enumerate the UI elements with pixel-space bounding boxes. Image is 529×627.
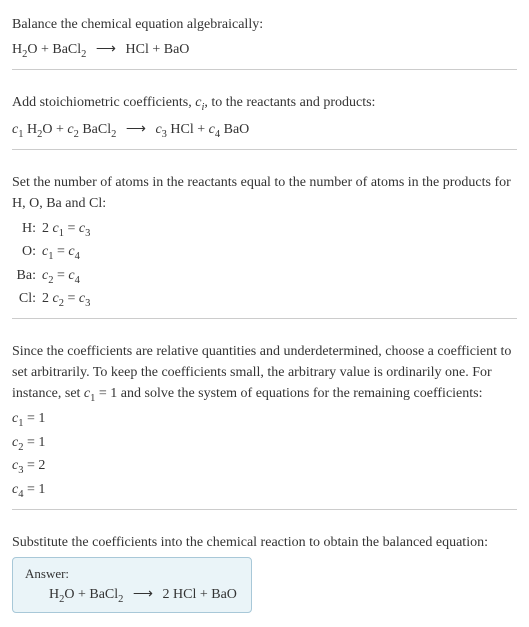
atom-label: H: <box>16 218 42 242</box>
answer-label: Answer: <box>25 566 239 582</box>
atom-label: O: <box>16 241 42 265</box>
intro-section: Balance the chemical equation algebraica… <box>12 8 517 70</box>
atom-equation: c2 = c4 <box>42 265 80 289</box>
stoich-section: Add stoichiometric coefficients, ci, to … <box>12 86 517 150</box>
stoich-text: Add stoichiometric coefficients, ci, to … <box>12 92 517 116</box>
atoms-table: H: 2 c1 = c3 O: c1 = c4 Ba: c2 = c4 Cl: … <box>16 218 517 312</box>
atom-row: Ba: c2 = c4 <box>16 265 517 289</box>
atoms-text: Set the number of atoms in the reactants… <box>12 172 517 214</box>
intro-equation: H2O + BaCl2 ⟶ HCl + BaO <box>12 39 517 63</box>
atom-label: Ba: <box>16 265 42 289</box>
atom-row: Cl: 2 c2 = c3 <box>16 288 517 312</box>
coeff-list: c1 = 1 c2 = 1 c3 = 2 c4 = 1 <box>12 408 517 502</box>
atom-equation: c1 = c4 <box>42 241 80 265</box>
atom-equation: 2 c2 = c3 <box>42 288 90 312</box>
substitute-text: Substitute the coefficients into the che… <box>12 532 517 553</box>
coeff-row: c2 = 1 <box>12 432 517 456</box>
stoich-equation: c1 H2O + c2 BaCl2 ⟶ c3 HCl + c4 BaO <box>12 119 517 143</box>
coeff-row: c1 = 1 <box>12 408 517 432</box>
coeff-row: c3 = 2 <box>12 455 517 479</box>
atoms-section: Set the number of atoms in the reactants… <box>12 166 517 319</box>
substitute-section: Substitute the coefficients into the che… <box>12 526 517 620</box>
answer-equation: H2O + BaCl2 ⟶ 2 HCl + BaO <box>25 586 239 605</box>
intro-title: Balance the chemical equation algebraica… <box>12 14 517 35</box>
choose-section: Since the coefficients are relative quan… <box>12 335 517 510</box>
atom-row: O: c1 = c4 <box>16 241 517 265</box>
atom-row: H: 2 c1 = c3 <box>16 218 517 242</box>
choose-text: Since the coefficients are relative quan… <box>12 341 517 407</box>
coeff-row: c4 = 1 <box>12 479 517 503</box>
answer-box: Answer: H2O + BaCl2 ⟶ 2 HCl + BaO <box>12 557 252 614</box>
atom-label: Cl: <box>16 288 42 312</box>
atom-equation: 2 c1 = c3 <box>42 218 90 242</box>
